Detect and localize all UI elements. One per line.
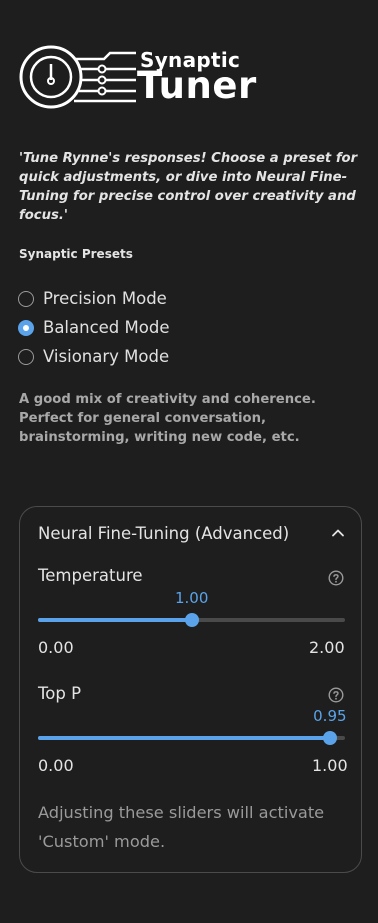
fine-tuning-panel-header[interactable]: Neural Fine-Tuning (Advanced) [38,524,345,548]
help-icon[interactable] [328,570,344,586]
temperature-min-label: 0.00 [38,638,74,657]
chevron-up-icon[interactable] [331,526,345,540]
top-p-min-label: 0.00 [38,756,74,775]
temperature-slider-thumb[interactable] [184,613,199,627]
preset-radio-group: Precision Mode Balanced Mode Visionary M… [18,284,169,371]
preset-option-label: Precision Mode [43,289,167,308]
presets-heading: Synaptic Presets [19,247,133,261]
radio-button[interactable] [18,290,34,307]
radio-button[interactable] [18,348,34,365]
logo-title-big: Tuner [137,64,257,107]
temperature-value: 1.00 [175,589,209,607]
fine-tuning-panel-title: Neural Fine-Tuning (Advanced) [38,524,290,543]
custom-mode-note: Adjusting these sliders will activate 'C… [38,803,325,851]
top-p-label: Top P [38,684,82,703]
preset-option-label: Visionary Mode [43,347,170,366]
synaptic-tuner-page: Synaptic Tuner 'Tune Rynne's responses! … [0,0,378,923]
top-p-slider-track[interactable] [38,731,345,745]
preset-option-precision[interactable]: Precision Mode [18,284,169,313]
intro-text: 'Tune Rynne's responses! Choose a preset… [19,151,358,223]
temperature-slider-fill [38,618,192,622]
help-icon[interactable] [328,687,344,703]
temperature-slider-track[interactable] [38,613,345,627]
radio-button-selected[interactable] [18,319,34,336]
top-p-slider-thumb[interactable] [322,731,337,745]
preset-option-label: Balanced Mode [43,318,170,337]
preset-option-balanced[interactable]: Balanced Mode [18,313,169,342]
top-p-slider-fill [38,736,330,740]
top-p-value: 0.95 [313,707,347,725]
temperature-label: Temperature [38,566,143,585]
fine-tuning-panel: Neural Fine-Tuning (Advanced) Temperatur… [19,506,362,873]
top-p-max-label: 1.00 [312,756,348,775]
preset-description: A good mix of creativity and coherence. … [19,392,316,445]
preset-option-visionary[interactable]: Visionary Mode [18,342,169,371]
temperature-max-label: 2.00 [309,638,345,657]
